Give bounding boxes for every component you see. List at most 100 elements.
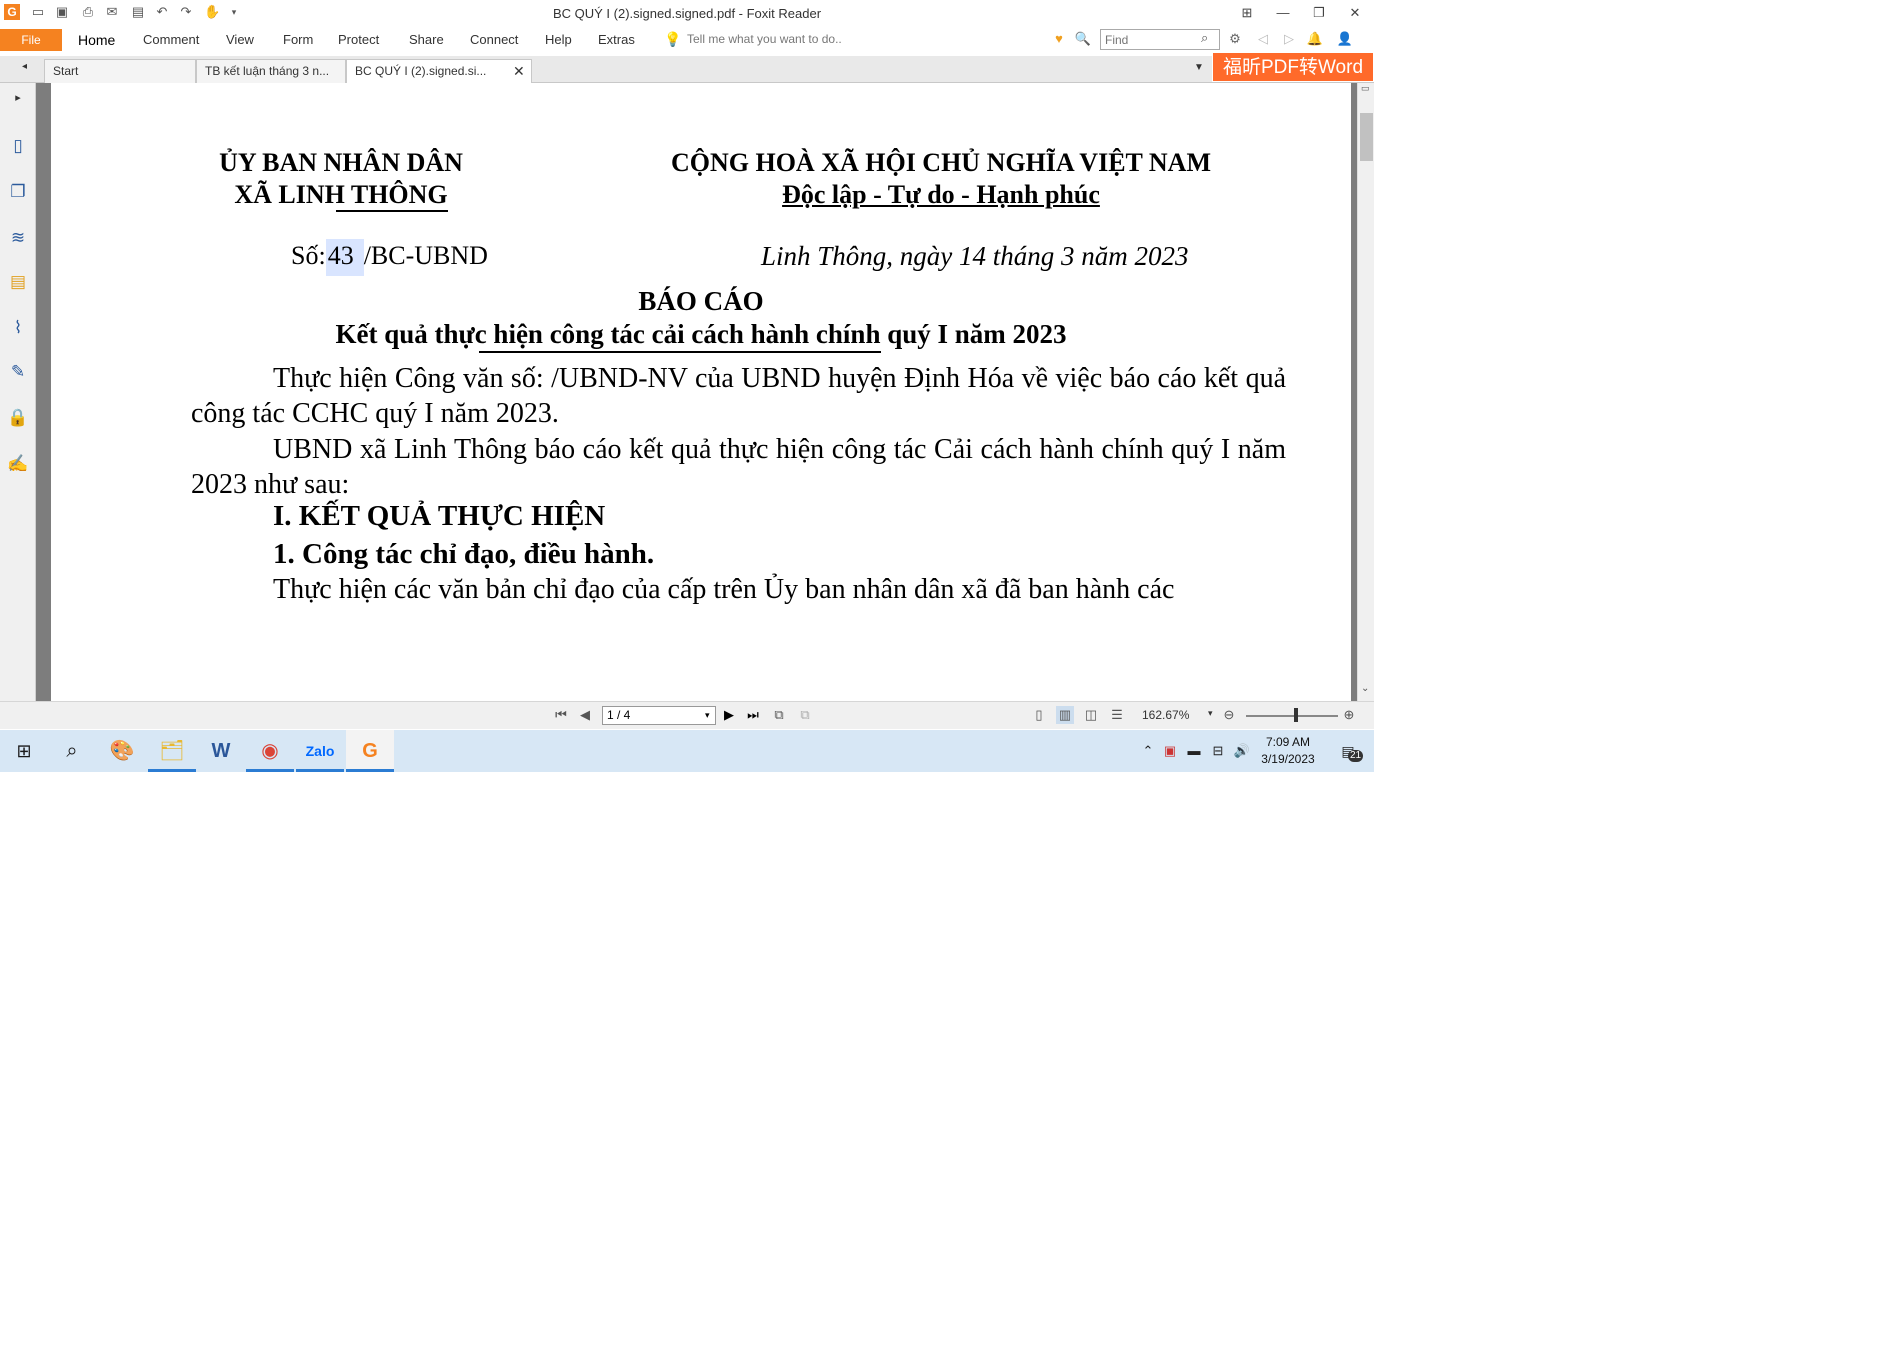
foxit-reader-icon[interactable]: G [346,730,394,772]
menu-share[interactable]: Share [409,32,444,47]
menu-comment[interactable]: Comment [143,32,199,47]
minimize-button[interactable]: — [1272,3,1294,23]
comments-icon[interactable]: ▤ [7,271,29,293]
search-folder-icon[interactable]: 🔍 [1074,30,1092,48]
foxit-reader-window: G ▭ ▣ ⎙ ✉ ▤ ↶ ↷ ✋ ▾ BC QUÝ I (2).signed.… [0,0,1374,772]
document-viewport[interactable]: ỦY BAN NHÂN DÂN XÃ LINH THÔNG CỘNG HOÀ X… [36,83,1357,701]
close-button[interactable]: ✕ [1344,3,1366,23]
nation-header: CỘNG HOÀ XÃ HỘI CHỦ NGHĨA VIỆT NAM [670,148,1212,177]
chrome-icon[interactable]: ◉ [246,730,294,772]
tab-start[interactable]: Start [44,59,196,83]
scrollbar-thumb[interactable] [1360,113,1373,161]
pdf-to-word-promo-button[interactable]: 福昕PDF转Word [1212,52,1374,82]
network-tray-icon[interactable]: ⊟ [1208,742,1228,760]
attachments-icon[interactable]: ⌇ [7,317,29,339]
next-result-icon[interactable]: ▷ [1280,30,1298,48]
page-number-field[interactable]: 1 / 4 ▾ [602,706,716,725]
previous-page-icon[interactable]: ◀ [576,706,594,724]
scroll-down-icon[interactable]: ⌄ [1361,683,1369,694]
menu-form[interactable]: Form [283,32,313,47]
zoom-dropdown-icon[interactable]: ▾ [1208,708,1213,719]
place-date: Linh Thông, ngày 14 tháng 3 năm 2023 [761,241,1189,271]
security-tray-icon[interactable]: ▣ [1160,742,1180,760]
restore-button[interactable]: ❐ [1308,3,1330,23]
report-subtitle: Kết quả thực hiện công tác cải cách hành… [335,319,1067,349]
zoom-slider-thumb[interactable] [1294,708,1298,722]
tab-scroll-left-icon[interactable]: ◂ [22,61,27,72]
find-search-icon[interactable]: ⌕ [1201,30,1208,46]
notification-bell-icon[interactable]: 🔔 [1306,30,1324,48]
first-page-icon[interactable]: ⏮ [552,706,570,724]
page-dropdown-icon[interactable]: ▾ [705,707,710,724]
expand-panel-icon[interactable]: ▸ [7,87,29,109]
number-prefix: Số: [291,241,326,270]
report-title: BÁO CÁO [638,286,764,316]
file-explorer-icon[interactable]: 🗂 [148,730,196,772]
paint-icon[interactable]: 🎨 [98,730,146,772]
zoom-out-icon[interactable]: ⊖ [1220,706,1238,724]
menu-protect[interactable]: Protect [338,32,379,47]
subtitle-underline [479,351,881,353]
file-menu-button[interactable]: File [0,29,62,51]
find-settings-icon[interactable]: ⚙ [1226,30,1244,48]
page-thumbnails-icon[interactable]: ❐ [7,181,29,203]
next-view-icon[interactable]: ⧉ [796,706,814,724]
search-icon[interactable]: ⌕ [48,730,96,772]
zalo-icon[interactable]: Zalo [296,730,344,772]
paragraph-3: Thực hiện các văn bản chỉ đạo của cấp tr… [273,574,1175,605]
zoom-level[interactable]: 162.67% [1142,708,1189,722]
page-number-value: 1 / 4 [607,708,631,722]
next-page-icon[interactable]: ▶ [720,706,738,724]
document-number: Số:43/BC-UBND [291,239,488,276]
menu-help[interactable]: Help [545,32,572,47]
start-button[interactable]: ⊞ [0,730,48,772]
single-page-icon[interactable]: ▯ [1030,706,1048,724]
vertical-scrollbar[interactable]: ▭ ⌄ [1357,83,1374,701]
continuous-facing-icon[interactable]: ☰ [1108,706,1126,724]
previous-view-icon[interactable]: ⧉ [770,706,788,724]
security-lock-icon[interactable]: 🔒 [7,407,29,429]
continuous-page-icon[interactable]: ▥ [1056,706,1074,724]
tell-me-search[interactable]: Tell me what you want to do.. [687,32,842,46]
window-title: BC QUÝ I (2).signed.signed.pdf - Foxit R… [552,6,822,21]
number-suffix: /BC-UBND [363,241,488,270]
tab-tb-ket-luan[interactable]: TB kết luận tháng 3 n... [196,59,346,83]
find-field[interactable]: ⌕ [1100,29,1220,50]
menu-home[interactable]: Home [78,32,115,48]
tab-list-dropdown-icon[interactable]: ▼ [1194,62,1204,73]
document-tab-bar: ◂ Start TB kết luận tháng 3 n... BC QUÝ … [0,56,1374,83]
layout-icon[interactable]: ⊞ [1236,3,1258,23]
tab-bc-quy-i[interactable]: BC QUÝ I (2).signed.si... ✕ [346,59,532,83]
section-heading-1: I. KẾT QUẢ THỰC HIỆN [273,500,606,532]
previous-result-icon[interactable]: ◁ [1254,30,1272,48]
word-icon[interactable]: W [197,730,245,772]
zoom-slider[interactable] [1246,715,1338,717]
last-page-icon[interactable]: ⏭ [744,706,762,724]
volume-tray-icon[interactable]: 🔊 [1232,742,1252,760]
number-field[interactable]: 43 [325,239,364,276]
clock-time: 7:09 AM [1265,735,1311,749]
user-account-icon[interactable]: 👤 [1336,30,1354,48]
facing-page-icon[interactable]: ◫ [1082,706,1100,724]
title-bar: G ▭ ▣ ⎙ ✉ ▤ ↶ ↷ ✋ ▾ BC QUÝ I (2).signed.… [0,0,1374,26]
zoom-in-icon[interactable]: ⊕ [1340,706,1358,724]
action-center-icon[interactable]: ▤ 21 [1334,742,1364,762]
clock-date: 3/19/2023 [1261,752,1315,766]
layers-icon[interactable]: ≋ [7,227,29,249]
bookmark-icon[interactable]: ▯ [7,135,29,157]
favorite-icon[interactable]: ♥ [1050,30,1068,48]
scroll-up-icon[interactable]: ▭ [1361,83,1370,94]
menu-extras[interactable]: Extras [598,32,635,47]
system-clock[interactable]: 7:09 AM 3/19/2023 [1250,734,1326,768]
tab-label: TB kết luận tháng 3 n... [205,64,330,78]
menu-view[interactable]: View [226,32,254,47]
digital-signature-icon[interactable]: ✍ [7,453,29,475]
power-tray-icon[interactable]: ▬ [1184,742,1204,760]
close-tab-icon[interactable]: ✕ [513,60,525,82]
org-name-line1: ỦY BAN NHÂN DÂN [219,148,463,177]
find-input[interactable] [1101,30,1197,49]
signature-icon[interactable]: ✎ [7,361,29,383]
show-hidden-icons-icon[interactable]: ⌃ [1138,742,1158,760]
navigation-panel: ▸ ▯ ❐ ≋ ▤ ⌇ ✎ 🔒 ✍ [0,83,36,701]
menu-connect[interactable]: Connect [470,32,518,47]
